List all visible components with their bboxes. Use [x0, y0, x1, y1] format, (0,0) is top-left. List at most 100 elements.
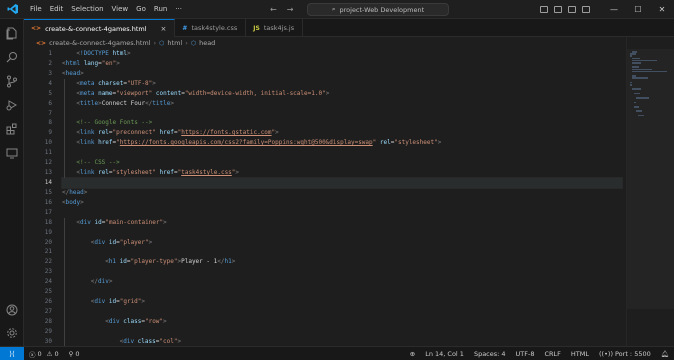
minimap-line: [638, 114, 644, 117]
code-line[interactable]: <title>Connect Four</title>: [62, 99, 622, 109]
code-token: link: [80, 139, 95, 147]
minimap-line: [636, 110, 642, 112]
code-line[interactable]: <h1 id="player-type">Player - 1</h1>: [62, 257, 622, 267]
code-token: h1: [108, 258, 117, 266]
remote-explorer-icon[interactable]: [4, 145, 20, 161]
code-line[interactable]: [62, 228, 622, 238]
back-arrow-icon[interactable]: ←: [270, 5, 277, 14]
notifications[interactable]: 🔔︎: [656, 350, 674, 358]
menu-run[interactable]: Run: [150, 0, 171, 19]
code-line[interactable]: [62, 267, 622, 277]
line-number: 5: [48, 89, 52, 97]
info-count: 0: [75, 349, 80, 358]
code-line[interactable]: [61, 176, 623, 189]
menu-file[interactable]: File: [26, 0, 46, 19]
bell-icon: 🔔︎: [660, 350, 669, 358]
line-number: 15: [44, 188, 52, 196]
ports-info[interactable]: ⚲ 0: [64, 350, 85, 358]
remote-indicator-icon[interactable]: ⟩⟨: [0, 346, 24, 360]
breadcrumb: <> create-&-connect-4games.html › ⬡ html…: [24, 37, 674, 49]
language-mode[interactable]: HTML: [566, 350, 594, 358]
code-line[interactable]: <!-- CSS -->: [62, 158, 622, 168]
toggle-sidebar-icon[interactable]: [540, 6, 548, 13]
menu-more-icon[interactable]: ···: [171, 0, 186, 19]
command-center-search[interactable]: ⌕ project-Web Development: [307, 3, 449, 16]
code-line[interactable]: <div id="player">: [62, 238, 622, 248]
menu-selection[interactable]: Selection: [67, 0, 107, 19]
source-control-icon[interactable]: [4, 73, 20, 89]
code-editor[interactable]: 1 2 3 4 5 6 7 8 9 10 11 12 13 14 15 16 17 18 19 20 21 22 23 24 2…: [24, 49, 626, 347]
code-token: h1: [224, 258, 232, 266]
code-line[interactable]: <div class="row">: [62, 317, 622, 327]
code-token: >: [437, 139, 442, 147]
code-line[interactable]: </head>: [62, 188, 622, 198]
end-of-line[interactable]: CRLF: [539, 350, 565, 358]
code-line[interactable]: [62, 109, 622, 119]
editor-tab[interactable]: # task4style.css: [175, 19, 247, 37]
line-number: 10: [44, 139, 52, 147]
customize-layout-icon[interactable]: [582, 6, 590, 13]
account-icon[interactable]: [4, 302, 20, 318]
breadcrumb-file[interactable]: create-&-connect-4games.html: [49, 39, 150, 47]
cursor-position[interactable]: Ln 14, Col 1: [420, 350, 469, 358]
maximize-icon[interactable]: ☐: [626, 5, 650, 14]
code-line[interactable]: [62, 208, 622, 218]
minimap[interactable]: [626, 37, 674, 346]
forward-arrow-icon[interactable]: →: [287, 5, 294, 14]
close-tab-icon[interactable]: ×: [161, 25, 167, 33]
code-token: head: [69, 188, 84, 196]
code-line[interactable]: <link rel="preconnect" href="https://fon…: [62, 128, 622, 138]
code-line[interactable]: <html lang="en">: [62, 59, 622, 69]
search-icon: ⌕: [331, 5, 336, 13]
line-number: 9: [48, 129, 52, 137]
line-number-gutter: 1 2 3 4 5 6 7 8 9 10 11 12 13 14 15 16 17 18 19 20 21 22 23 24 2…: [24, 49, 52, 347]
code-line[interactable]: <!-- Google Fonts -->: [62, 118, 622, 128]
menu-view[interactable]: View: [108, 0, 133, 19]
manage-gear-icon[interactable]: [4, 325, 20, 341]
code-token: >: [275, 129, 279, 137]
minimize-icon[interactable]: —: [602, 5, 626, 14]
code-line[interactable]: <link rel="stylesheet" href="task4style.…: [62, 168, 622, 178]
code-line[interactable]: <!DOCTYPE html>: [62, 49, 622, 59]
toggle-secondary-sidebar-icon[interactable]: [568, 6, 576, 13]
live-server-port[interactable]: ((•)) Port : 5500: [594, 350, 656, 358]
code-area[interactable]: <!DOCTYPE html> <html lang="en"> <head> <me…: [61, 49, 623, 347]
editor-tab[interactable]: JS task4js.js: [246, 19, 304, 37]
code-line[interactable]: <head>: [62, 69, 622, 79]
code-line[interactable]: [62, 327, 622, 337]
code-token: <!-- Google Fonts -->: [76, 119, 153, 127]
code-line[interactable]: [62, 148, 622, 158]
code-line[interactable]: <link href="https://fonts.googleapis.com…: [62, 138, 622, 148]
code-token: >: [163, 218, 167, 226]
code-line[interactable]: [62, 307, 622, 317]
code-line[interactable]: <div id="grid">: [62, 297, 622, 307]
breadcrumb-head[interactable]: head: [199, 39, 215, 47]
code-token: lang: [80, 59, 99, 67]
encoding[interactable]: UTF-8: [511, 350, 540, 358]
run-debug-icon[interactable]: [4, 97, 20, 113]
zoom-icon-item[interactable]: ⊕: [405, 350, 420, 358]
line-number: 6: [48, 99, 52, 107]
code-token: "viewport": [116, 89, 153, 97]
code-line[interactable]: <meta name="viewport" content="width=dev…: [62, 89, 622, 99]
code-line[interactable]: <div id="main-container">: [62, 218, 622, 228]
minimap-line: [632, 62, 642, 64]
search-icon[interactable]: [4, 49, 20, 65]
menu-edit[interactable]: Edit: [46, 0, 68, 19]
toggle-panel-icon[interactable]: [554, 6, 562, 13]
extensions-icon[interactable]: [4, 121, 20, 137]
code-line[interactable]: </div>: [62, 277, 622, 287]
code-token: charset: [94, 79, 124, 87]
code-line[interactable]: [62, 287, 622, 297]
code-token: >: [152, 79, 156, 87]
code-line[interactable]: <body>: [62, 198, 622, 208]
indentation[interactable]: Spaces: 4: [469, 350, 511, 358]
explorer-icon[interactable]: [4, 25, 20, 41]
code-line[interactable]: [62, 247, 622, 257]
breadcrumb-html[interactable]: html: [167, 39, 182, 47]
editor-tab[interactable]: <> create-&-connect-4games.html ×: [24, 19, 176, 37]
close-icon[interactable]: ✕: [650, 5, 674, 14]
menu-go[interactable]: Go: [132, 0, 150, 19]
problems-errors[interactable]: ⓧ 0 ⚠ 0: [24, 349, 64, 359]
code-line[interactable]: <meta charset="UTF-8">: [62, 79, 622, 89]
